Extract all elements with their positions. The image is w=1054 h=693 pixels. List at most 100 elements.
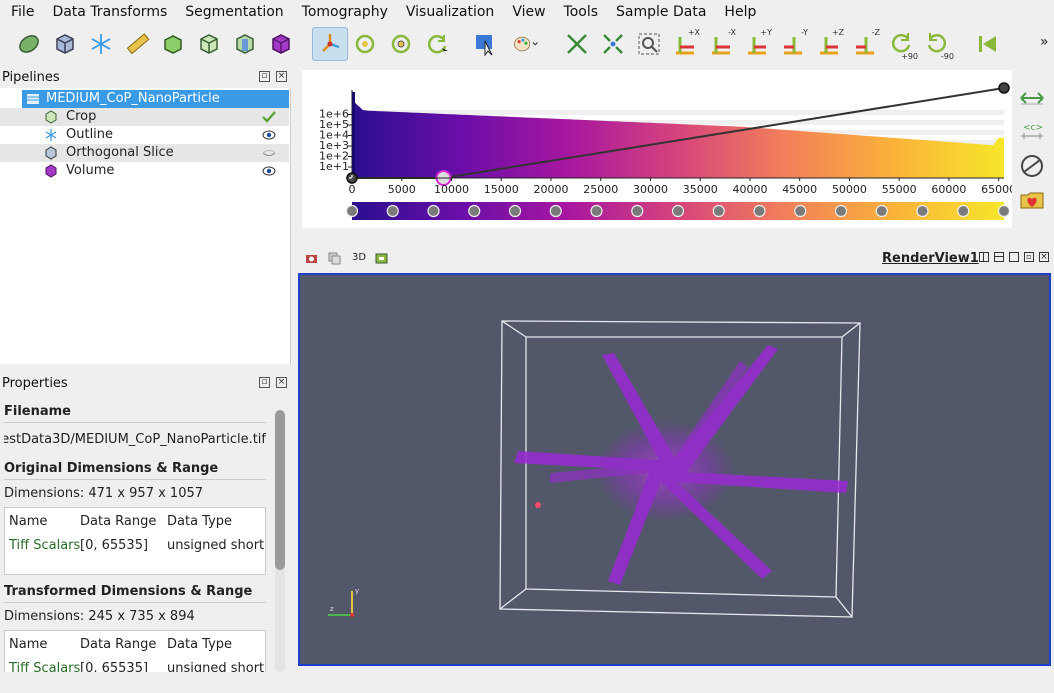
slice-icon[interactable] [230,29,260,59]
color-control-point[interactable] [590,204,603,218]
axis-label: -Z [871,28,880,37]
color-control-point[interactable] [549,204,562,218]
color-control-point[interactable] [997,204,1011,218]
rotate-icon[interactable] [350,29,380,59]
split-vertical-icon[interactable] [994,252,1004,262]
properties-scrollbar-thumb[interactable] [275,410,285,570]
pipeline-item-label: Orthogonal Slice [66,145,174,160]
rotate-minus-90-icon[interactable]: -90 [922,29,954,61]
pipeline-root-item[interactable]: MEDIUM_CoP_NanoParticle [22,90,289,108]
color-control-point[interactable] [834,204,848,218]
eye-closed-icon[interactable] [262,147,276,159]
color-control-point[interactable] [957,204,970,218]
axis-z-label: z [330,605,334,613]
menu-view[interactable]: View [503,0,554,24]
float-view-icon[interactable]: ▫ [1024,252,1034,262]
menu-tools[interactable]: Tools [555,0,608,24]
render-view-3d[interactable]: y z [298,273,1051,666]
gradient-opacity-icon[interactable] [1018,152,1046,180]
volume-scene[interactable]: y z [300,275,1049,664]
view-plus-y-icon[interactable]: +Y [742,28,772,59]
menu-help[interactable]: Help [715,0,765,24]
histogram-chart[interactable]: 1e+11e+21e+31e+41e+51e+6 0 5000 10000 15000… [302,70,1012,228]
capture-screenshot-icon[interactable] [305,252,318,265]
color-control-point[interactable] [345,204,359,218]
crop-icon[interactable] [194,29,224,59]
maximize-icon[interactable] [1009,252,1019,262]
rotate-plus-90-icon[interactable]: +90 [886,29,918,61]
color-control-point[interactable] [386,204,399,218]
menu-tomography[interactable]: Tomography [293,0,397,24]
view-minus-x-icon[interactable]: -X [706,28,736,59]
snowflake-icon [45,129,57,141]
volume-source-icon[interactable] [50,29,80,59]
x-tick-label: 60000 [931,183,966,196]
array-name[interactable]: Tiff Scalars [9,661,80,672]
color-control-point[interactable] [468,204,481,218]
open-data-icon[interactable] [14,29,44,59]
renderview-title[interactable]: RenderView1 [882,251,979,266]
pipeline-item-orthogonal-slice[interactable]: Orthogonal Slice [0,144,289,162]
float-panel-icon[interactable]: ▫ [259,377,270,388]
ruler-icon[interactable] [122,29,152,59]
split-horizontal-icon[interactable] [979,252,989,262]
view-minus-y-icon[interactable]: -Y [778,28,808,59]
color-control-point[interactable] [508,204,522,218]
menu-sample-data[interactable]: Sample Data [607,0,715,24]
select-tool-icon[interactable] [470,29,500,59]
view-mode-3d-button[interactable]: 3D [352,252,366,263]
x-tick-label: 0 [349,183,356,196]
pipeline-item-crop[interactable]: Crop [0,108,289,126]
eye-icon[interactable] [262,129,276,141]
menu-segmentation[interactable]: Segmentation [176,0,292,24]
close-panel-icon[interactable]: × [276,71,287,82]
colormap-editor[interactable]: 1e+1 1e+2 1e+3 1e+4 1e+5 1e+6 0 5000 10000 15000… [302,70,1012,228]
menu-data-transforms[interactable]: Data Transforms [43,0,176,24]
array-name[interactable]: Tiff Scalars [9,538,80,553]
checkmark-icon[interactable] [262,111,276,123]
preset-colormap-icon[interactable] [1018,186,1046,214]
reset-camera-icon[interactable] [562,29,592,59]
toolbar-overflow-button[interactable]: » [1040,34,1049,50]
view-plus-x-icon[interactable]: +X [670,28,700,59]
zoom-region-icon[interactable] [634,29,664,59]
copy-view-icon[interactable] [328,252,341,265]
view-minus-z-icon[interactable]: -Z [850,28,880,59]
rescale-range-icon[interactable] [1018,84,1046,112]
pipeline-item-outline[interactable]: Outline [0,126,289,144]
reset-rotation-icon[interactable] [422,29,452,59]
color-control-point[interactable] [631,204,644,218]
menu-file[interactable]: File [0,0,43,24]
col-header-name: Name [9,637,48,652]
rotate-center-icon[interactable] [386,29,416,59]
palette-icon[interactable] [508,29,544,59]
color-control-point[interactable] [916,204,929,218]
col-header-range: Data Range [80,637,157,652]
color-control-point[interactable] [794,204,807,218]
divider [983,253,984,261]
color-control-point[interactable] [671,204,685,218]
view-plus-z-icon[interactable]: +Z [814,28,844,59]
close-panel-icon[interactable]: × [276,377,287,388]
interaction-mode-icon[interactable] [312,27,348,61]
color-control-point[interactable] [875,204,888,218]
dataset-icon [27,94,39,104]
float-panel-icon[interactable]: ▫ [259,71,270,82]
center-camera-icon[interactable] [598,29,628,59]
color-control-point[interactable] [712,204,725,218]
close-view-icon[interactable]: × [1039,252,1049,262]
first-frame-icon[interactable] [972,29,1002,59]
eye-icon[interactable] [262,165,276,177]
color-control-point[interactable] [753,204,766,218]
clip-icon[interactable] [158,29,188,59]
transformed-dims-heading: Transformed Dimensions & Range [4,584,253,599]
custom-range-icon[interactable]: <c> [1018,118,1046,146]
snowflake-icon[interactable] [86,29,116,59]
pipeline-item-volume[interactable]: Volume [0,162,289,180]
color-control-point[interactable] [427,204,440,218]
camera-settings-icon[interactable] [375,252,388,265]
opacity-control-point[interactable] [998,82,1010,94]
volume-render-icon[interactable] [266,29,296,59]
menu-visualization[interactable]: Visualization [397,0,503,24]
pipelines-title: Pipelines [2,70,60,85]
